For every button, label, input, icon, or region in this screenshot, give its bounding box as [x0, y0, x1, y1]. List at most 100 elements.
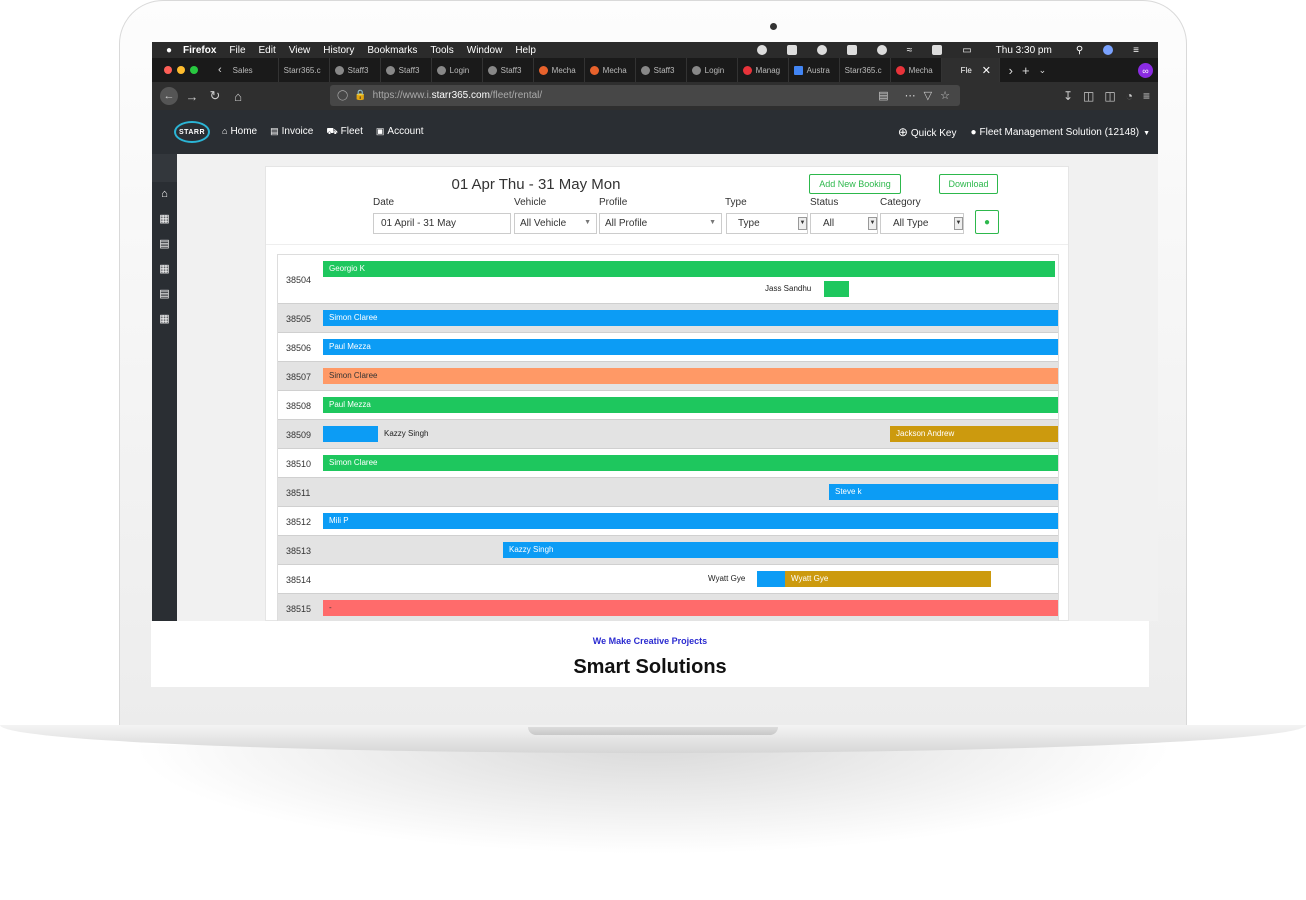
- nav-invoice[interactable]: ▤ Invoice: [270, 126, 313, 138]
- control-center-icon[interactable]: ≡: [1133, 45, 1139, 56]
- booking-bar[interactable]: Wyatt Gye: [785, 571, 991, 587]
- apple-icon[interactable]: ●: [166, 45, 172, 56]
- booking-bar[interactable]: Paul Mezza: [323, 397, 1058, 413]
- menu-app-name[interactable]: Firefox: [183, 45, 216, 56]
- date-range-input[interactable]: 01 April - 31 May: [373, 213, 511, 234]
- page-actions-icon[interactable]: ⋯: [905, 89, 916, 102]
- tab-list-icon[interactable]: ⌄: [1039, 65, 1047, 76]
- sidebar-list-icon[interactable]: ▤: [152, 232, 177, 257]
- browser-tab[interactable]: Starr365.c: [840, 58, 891, 82]
- back-icon[interactable]: ←: [160, 87, 178, 105]
- sidebar-list-icon[interactable]: ▤: [152, 282, 177, 307]
- booking-bar[interactable]: Simon Claree: [323, 310, 1058, 326]
- reader-view-icon[interactable]: ▤: [878, 89, 888, 102]
- account-menu[interactable]: ● Fleet Management Solution (12148) ▼: [970, 127, 1150, 138]
- status-icon-2[interactable]: [786, 45, 797, 55]
- download-button[interactable]: Download: [939, 174, 998, 194]
- booking-bar[interactable]: Simon Claree: [323, 368, 1058, 384]
- bookmark-star-icon[interactable]: ☆: [940, 89, 950, 102]
- wifi-icon[interactable]: ≈: [907, 45, 913, 56]
- airplay-icon[interactable]: [932, 45, 943, 55]
- booking-bar[interactable]: Mili P: [323, 513, 1058, 529]
- battery-icon[interactable]: ▭: [962, 45, 971, 56]
- booking-bar[interactable]: -: [323, 600, 1058, 616]
- nav-fleet[interactable]: ⛟ Fleet: [326, 126, 363, 138]
- lock-icon: 🔒: [354, 90, 367, 101]
- sync-icon[interactable]: ◔: [1126, 89, 1133, 103]
- status-icon-4[interactable]: [846, 45, 857, 55]
- browser-tab[interactable]: Sales: [228, 58, 279, 82]
- hamburger-menu-icon[interactable]: ≡: [1143, 89, 1150, 103]
- browser-tab[interactable]: Mecha: [534, 58, 585, 82]
- type-select[interactable]: Type ▼: [726, 213, 808, 234]
- menu-view[interactable]: View: [289, 45, 311, 56]
- booking-bar[interactable]: [323, 426, 378, 442]
- menu-window[interactable]: Window: [467, 45, 503, 56]
- status-icon-1[interactable]: [756, 45, 767, 55]
- maximize-window-icon[interactable]: [190, 66, 198, 74]
- browser-tab[interactable]: Login: [432, 58, 483, 82]
- close-tab-icon[interactable]: ✕: [982, 64, 991, 77]
- vehicle-select[interactable]: All Vehicle ▼: [514, 213, 597, 234]
- sidebar-calendar-icon[interactable]: ▦: [152, 207, 177, 232]
- home-icon[interactable]: ⌂: [229, 89, 247, 104]
- downloads-icon[interactable]: ↧: [1063, 89, 1073, 103]
- promo-caption: We Make Creative Projects Smart Solution…: [151, 621, 1149, 687]
- menu-edit[interactable]: Edit: [259, 45, 276, 56]
- browser-tab[interactable]: Starr365.c: [279, 58, 330, 82]
- browser-tab[interactable]: Mecha: [891, 58, 942, 82]
- browser-tab[interactable]: Manag: [738, 58, 789, 82]
- booking-bar[interactable]: [824, 281, 849, 297]
- nav-account[interactable]: ▣ Account: [376, 126, 424, 138]
- status-icon-3[interactable]: [816, 45, 827, 55]
- sidebar-calendar-icon[interactable]: ▦: [152, 257, 177, 282]
- menu-tools[interactable]: Tools: [430, 45, 453, 56]
- booking-bar[interactable]: Georgio K: [323, 261, 1055, 277]
- tab-scroll-right-icon[interactable]: ›: [1009, 63, 1013, 78]
- spotlight-icon[interactable]: ⚲: [1076, 45, 1083, 56]
- extension-icon[interactable]: ∞: [1138, 63, 1153, 78]
- sidebar-calendar-icon[interactable]: ▦: [152, 307, 177, 332]
- siri-icon[interactable]: [1103, 45, 1114, 55]
- browser-tab[interactable]: Login: [687, 58, 738, 82]
- booking-bar[interactable]: Paul Mezza: [323, 339, 1058, 355]
- status-select[interactable]: All ▼: [810, 213, 878, 234]
- booking-bar[interactable]: Kazzy Singh: [503, 542, 1058, 558]
- profile-select[interactable]: All Profile ▼: [599, 213, 722, 234]
- browser-tab[interactable]: Staff3: [381, 58, 432, 82]
- browser-tab-active[interactable]: Fle ✕: [941, 58, 1000, 82]
- library-icon[interactable]: ◫: [1083, 89, 1094, 103]
- menu-bookmarks[interactable]: Bookmarks: [367, 45, 417, 56]
- browser-tab[interactable]: Austra: [789, 58, 840, 82]
- url-bar[interactable]: ◯ 🔒 https://www.i. starr365.com/fleet/ren…: [330, 85, 960, 106]
- sidebar-icon[interactable]: ◫: [1104, 89, 1115, 103]
- shield-icon[interactable]: ◯: [337, 90, 348, 101]
- add-new-booking-button[interactable]: Add New Booking: [809, 174, 901, 194]
- sidebar-home-icon[interactable]: ⌂: [152, 182, 177, 207]
- forward-icon[interactable]: →: [183, 89, 201, 104]
- pocket-icon[interactable]: ▽: [924, 89, 932, 102]
- nav-home[interactable]: ⌂ Home: [222, 126, 257, 138]
- browser-tab[interactable]: Staff3: [636, 58, 687, 82]
- booking-bar[interactable]: Simon Claree: [323, 455, 1058, 471]
- browser-tab[interactable]: Staff3: [483, 58, 534, 82]
- minimize-window-icon[interactable]: [177, 66, 185, 74]
- menu-history[interactable]: History: [323, 45, 354, 56]
- browser-tab[interactable]: Staff3: [330, 58, 381, 82]
- status-icon-5[interactable]: [876, 45, 887, 55]
- reload-icon[interactable]: ↻: [206, 88, 224, 104]
- booking-bar[interactable]: [757, 571, 785, 587]
- new-tab-icon[interactable]: +: [1022, 63, 1030, 78]
- menu-clock[interactable]: Thu 3:30 pm: [996, 45, 1052, 56]
- browser-tab[interactable]: Mecha: [585, 58, 636, 82]
- quick-key-button[interactable]: ⊕ Quick Key: [898, 125, 957, 139]
- close-window-icon[interactable]: [164, 66, 172, 74]
- map-pin-icon[interactable]: ●: [975, 210, 999, 234]
- booking-bar[interactable]: Jackson Andrew: [890, 426, 1058, 442]
- category-select[interactable]: All Type ▼: [880, 213, 964, 234]
- menu-file[interactable]: File: [229, 45, 245, 56]
- tab-scroll-left-icon[interactable]: ‹: [218, 64, 222, 76]
- menu-help[interactable]: Help: [515, 45, 536, 56]
- starr-logo[interactable]: STARR: [174, 121, 210, 143]
- booking-bar[interactable]: Steve k: [829, 484, 1058, 500]
